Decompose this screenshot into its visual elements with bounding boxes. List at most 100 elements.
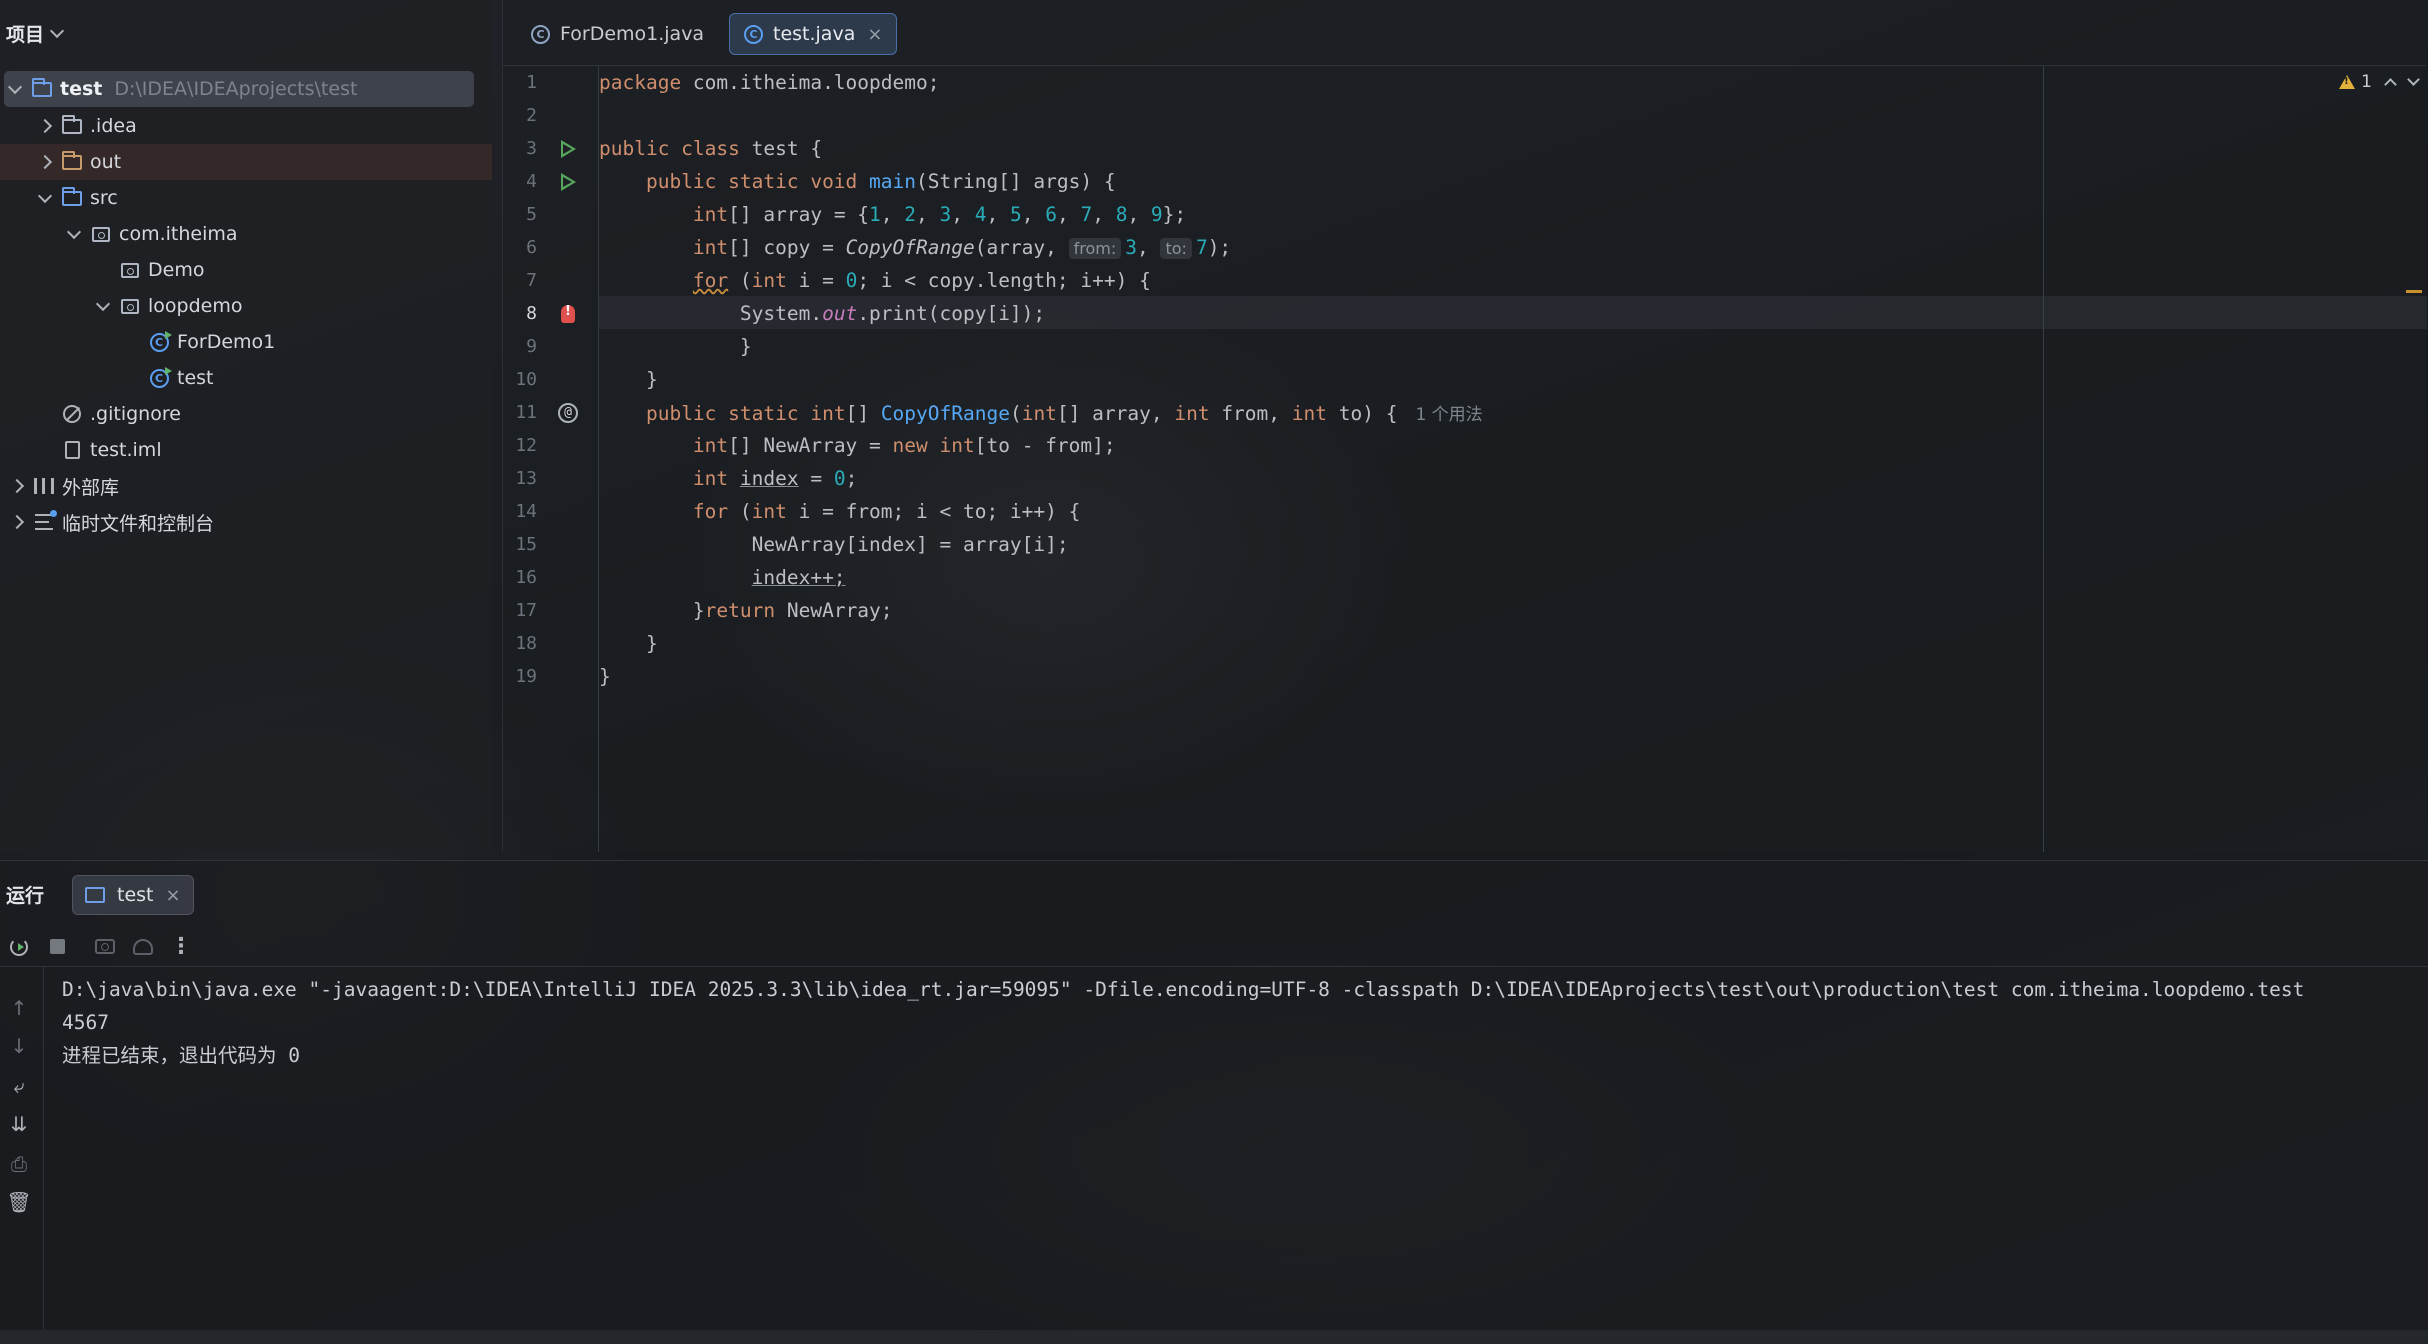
code-token: main (869, 170, 917, 193)
tab-fordemo1-java[interactable]: C ForDemo1.java (517, 13, 718, 55)
chevron-right-icon[interactable] (6, 478, 28, 494)
chevron-down-icon[interactable] (4, 79, 26, 95)
code-token: 5 (1009, 203, 1022, 226)
code-line[interactable]: 10 } (503, 363, 2043, 396)
scroll-up-button[interactable]: ↑ (4, 993, 34, 1023)
stop-button[interactable] (38, 930, 76, 964)
code-line[interactable]: 2 (503, 99, 2043, 132)
code-token: ( (1009, 402, 1022, 425)
code-line[interactable]: 6 int[] copy = CopyOfRange(array, from: 3… (503, 231, 2043, 264)
scroll-down-button[interactable]: ↓ (4, 1031, 34, 1061)
chevron-right-icon[interactable] (6, 514, 28, 530)
code-token: 9 (1150, 203, 1163, 226)
code-line[interactable]: 5 int[] array = {1, 2, 3, 4, 5, 6, 7, 8,… (503, 198, 2043, 231)
code-token: for (692, 500, 729, 523)
tree-item-test-project[interactable]: test D:\IDEA\IDEAprojects\test (4, 71, 474, 107)
console-side-toolbar: ↑ ↓ ⤶ ⇊ ⎙ 🗑 (0, 967, 44, 1344)
chevron-right-icon[interactable] (34, 118, 56, 134)
tree-item-label: ForDemo1 (177, 331, 276, 353)
tree-item-scratches[interactable]: 临时文件和控制台 (6, 504, 214, 540)
code-token: int (1174, 402, 1210, 425)
code-token: index++; (751, 566, 846, 589)
tree-item-external-libraries[interactable]: 外部库 (6, 468, 119, 504)
run-class-gutter-button[interactable] (537, 139, 599, 158)
tree-item-test-class[interactable]: C test (121, 360, 214, 396)
chevron-down-icon[interactable] (49, 23, 65, 39)
run-tab-test[interactable]: test × (72, 875, 194, 915)
code-line[interactable]: 13 int index = 0; (503, 462, 2043, 495)
method-usages-gutter-button[interactable]: @ (537, 402, 599, 423)
code-token: } (692, 599, 705, 622)
chevron-down-icon[interactable] (63, 224, 85, 240)
code-line[interactable]: 7 for (int i = 0; i < copy.length; i++) … (503, 264, 2043, 297)
code-token: int (1021, 402, 1057, 425)
code-token: ); (1207, 236, 1232, 259)
code-line[interactable]: 17 }return NewArray; (503, 594, 2043, 627)
editor-tab-bar: C ForDemo1.java C test.java × (503, 0, 2426, 66)
code-line-current[interactable]: 8 System.out.print(copy[i]); (503, 297, 2043, 330)
code-line[interactable]: 15 NewArray[index] = array[i]; (503, 528, 2043, 561)
tree-item-idea[interactable]: .idea (34, 108, 137, 144)
code-line[interactable]: 12 int[] NewArray = new int[to - from]; (503, 429, 2043, 462)
next-highlight-icon[interactable] (2407, 73, 2420, 86)
scroll-to-end-button[interactable]: ⇊ (4, 1109, 34, 1139)
error-bulb-icon[interactable] (561, 304, 575, 323)
code-line[interactable]: 11 @ public static int[] CopyOfRange(int… (503, 396, 2043, 429)
tree-item-demo[interactable]: Demo (92, 252, 204, 288)
profiler-button[interactable] (124, 930, 162, 964)
line-number: 3 (526, 138, 537, 159)
code-line[interactable]: 1 package com.itheima.loopdemo; (503, 66, 2043, 99)
code-line[interactable]: 18 } (503, 627, 2043, 660)
warning-stripe-marker[interactable] (2406, 290, 2422, 293)
error-intention-button[interactable] (537, 304, 599, 323)
console-line: 进程已结束，退出代码为 0 (62, 1044, 300, 1067)
tree-item-out[interactable]: out (0, 144, 492, 180)
run-icon[interactable] (560, 172, 576, 191)
tree-item-com-itheima[interactable]: com.itheima (63, 216, 238, 252)
print-button[interactable]: ⎙ (4, 1149, 34, 1179)
tree-item-label: loopdemo (148, 295, 243, 317)
console-line: 4567 (62, 1011, 109, 1034)
tab-test-java[interactable]: C test.java × (729, 13, 898, 55)
chevron-right-icon[interactable] (34, 154, 56, 170)
console-output[interactable]: D:\java\bin\java.exe "-javaagent:D:\IDEA… (62, 973, 2304, 1072)
tree-item-loopdemo[interactable]: loopdemo (92, 288, 242, 324)
usages-inlay[interactable]: 1 个用法 (1415, 405, 1482, 425)
at-icon[interactable]: @ (558, 402, 578, 423)
code-token: i = (786, 269, 846, 292)
warning-counter[interactable]: 1 (2339, 72, 2372, 92)
code-line[interactable]: 9 } (503, 330, 2043, 363)
package-icon (118, 260, 142, 280)
code-token: NewArray[index] = array[i]; (751, 533, 1069, 556)
code-token: 6 (1045, 203, 1057, 226)
inspection-widget[interactable]: 1 (2339, 72, 2420, 92)
code-line[interactable]: 14 for (int i = from; i < to; i++) { (503, 495, 2043, 528)
code-line[interactable]: 3 public class test { (503, 132, 2043, 165)
rerun-button[interactable] (0, 930, 38, 964)
close-icon[interactable]: × (166, 885, 181, 906)
tree-item-src[interactable]: src (34, 180, 118, 216)
code-line[interactable]: 19 } (503, 660, 2043, 693)
code-line[interactable]: 16 index++; (503, 561, 2043, 594)
chevron-down-icon[interactable] (92, 296, 114, 312)
screenshot-button[interactable] (86, 930, 124, 964)
code-token: 8 (1115, 203, 1128, 226)
clear-all-button[interactable]: 🗑 (4, 1187, 34, 1217)
project-panel-header[interactable]: 项目 (0, 0, 492, 66)
chevron-down-icon[interactable] (34, 188, 56, 204)
soft-wrap-button[interactable]: ⤶ (4, 1071, 34, 1101)
tree-item-test-iml[interactable]: test.iml (34, 432, 162, 468)
close-icon[interactable]: × (867, 24, 882, 45)
run-main-gutter-button[interactable] (537, 172, 599, 191)
tree-item-gitignore[interactable]: .gitignore (34, 396, 181, 432)
code-line[interactable]: 4 public static void main(String[] args)… (503, 165, 2043, 198)
previous-highlight-icon[interactable] (2384, 78, 2397, 91)
tree-item-fordemo1[interactable]: C ForDemo1 (121, 324, 275, 360)
more-options-button[interactable]: ⋮ (162, 930, 200, 964)
code-token: [] (845, 402, 881, 425)
code-token: NewArray; (775, 599, 893, 622)
code-token: } (739, 335, 752, 358)
line-number: 9 (526, 336, 537, 357)
run-icon[interactable] (560, 139, 576, 158)
code-token: (String[] args) { (916, 170, 1116, 193)
